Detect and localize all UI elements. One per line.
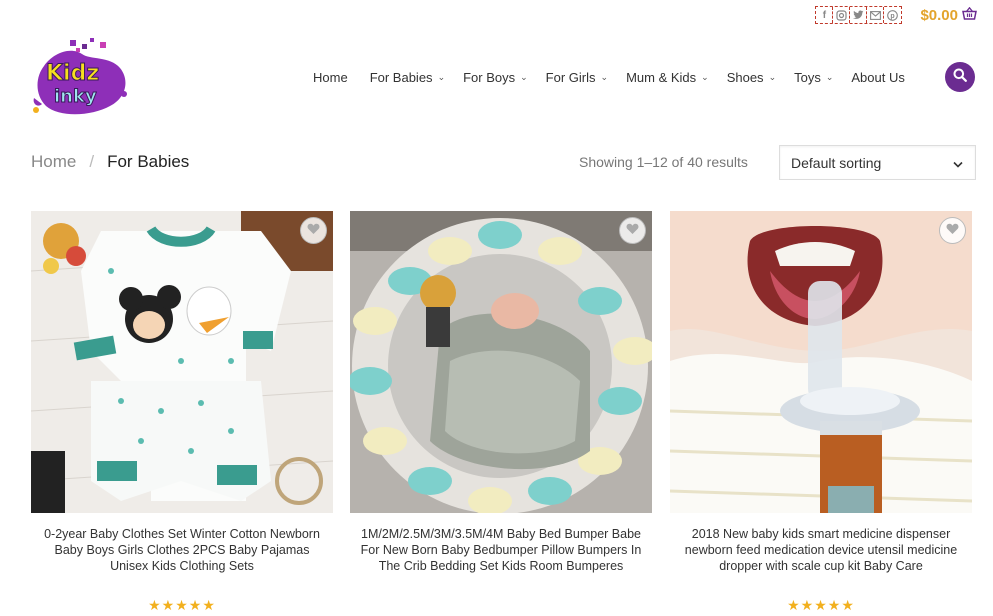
wishlist-button[interactable] xyxy=(300,217,327,244)
product-image[interactable] xyxy=(670,211,972,513)
main-nav: Home For Babies ⌄ For Boys ⌄ For Girls ⌄ Mu… xyxy=(313,66,927,88)
product-title[interactable]: 0-2year Baby Clothes Set Winter Cotton N… xyxy=(31,526,333,574)
search-button[interactable] xyxy=(945,62,975,92)
sort-selected-value: Default sorting xyxy=(791,154,882,171)
chevron-down-icon: ⌄ xyxy=(600,71,609,82)
nav-label: Shoes xyxy=(726,69,764,85)
nav-for-babies[interactable]: For Babies ⌄ xyxy=(370,70,445,85)
product-title[interactable]: 1M/2M/2.5M/3M/3.5M/4M Baby Bed Bumper Ba… xyxy=(350,526,652,574)
top-bar: f p $0.00 xyxy=(815,5,977,25)
product-title[interactable]: 2018 New baby kids smart medicine dispen… xyxy=(670,526,972,574)
nav-label: About Us xyxy=(851,69,905,85)
svg-text:Kidz: Kidz xyxy=(46,61,99,86)
email-icon[interactable] xyxy=(867,7,885,23)
product-image[interactable] xyxy=(350,211,652,513)
pinterest-icon[interactable]: p xyxy=(884,7,901,23)
nav-label: For Boys xyxy=(463,69,516,85)
chevron-down-icon xyxy=(953,155,963,171)
nav-home[interactable]: Home xyxy=(313,70,348,85)
chevron-down-icon: ⌄ xyxy=(520,71,528,82)
nav-label: Home xyxy=(313,69,348,85)
basket-icon xyxy=(958,6,977,24)
cart-total: $0.00 xyxy=(920,6,958,24)
instagram-icon[interactable] xyxy=(833,7,851,23)
heart-icon xyxy=(626,222,639,240)
chevron-down-icon: ⌄ xyxy=(437,71,446,82)
chevron-down-icon: ⌄ xyxy=(701,71,709,82)
nav-toys[interactable]: Toys ⌄ xyxy=(794,70,833,85)
nav-mum-kids[interactable]: Mum & Kids ⌄ xyxy=(626,70,709,85)
wishlist-button[interactable] xyxy=(939,217,966,244)
facebook-icon[interactable]: f xyxy=(816,7,834,23)
nav-for-boys[interactable]: For Boys ⌄ xyxy=(463,70,528,85)
breadcrumb-current: For Babies xyxy=(107,152,190,171)
sort-select[interactable]: Default sorting xyxy=(779,145,976,180)
nav-label: For Girls xyxy=(545,69,596,85)
nav-label: Toys xyxy=(794,69,821,85)
svg-text:inky: inky xyxy=(54,86,97,107)
heart-icon xyxy=(946,222,959,240)
wishlist-button[interactable] xyxy=(619,217,646,244)
product-card[interactable]: 0-2year Baby Clothes Set Winter Cotton N… xyxy=(31,211,333,613)
nav-label: For Babies xyxy=(369,69,433,85)
product-card[interactable]: 2018 New baby kids smart medicine dispen… xyxy=(670,211,972,613)
product-card[interactable]: 1M/2M/2.5M/3M/3.5M/4M Baby Bed Bumper Ba… xyxy=(350,211,652,574)
chevron-down-icon: ⌄ xyxy=(825,71,834,82)
result-count: Showing 1–12 of 40 results xyxy=(579,154,748,170)
product-rating: ★★★★★ xyxy=(148,597,216,613)
social-icons: f p xyxy=(815,6,903,24)
cart-link[interactable]: $0.00 xyxy=(920,6,977,24)
breadcrumb: Home / For Babies xyxy=(31,152,189,172)
product-image[interactable] xyxy=(31,211,333,513)
nav-about-us[interactable]: About Us xyxy=(851,70,904,85)
heart-icon xyxy=(307,222,320,240)
breadcrumb-separator: / xyxy=(89,152,95,171)
breadcrumb-home[interactable]: Home xyxy=(31,152,76,172)
site-logo[interactable]: Kidz inky xyxy=(30,36,130,118)
nav-shoes[interactable]: Shoes ⌄ xyxy=(727,70,776,85)
chevron-down-icon: ⌄ xyxy=(768,71,777,82)
search-icon xyxy=(953,68,967,87)
twitter-icon[interactable] xyxy=(850,7,868,23)
nav-for-girls[interactable]: For Girls ⌄ xyxy=(546,70,608,85)
svg-text:p: p xyxy=(891,13,895,20)
nav-label: Mum & Kids xyxy=(626,69,697,85)
product-rating: ★★★★★ xyxy=(787,597,855,613)
